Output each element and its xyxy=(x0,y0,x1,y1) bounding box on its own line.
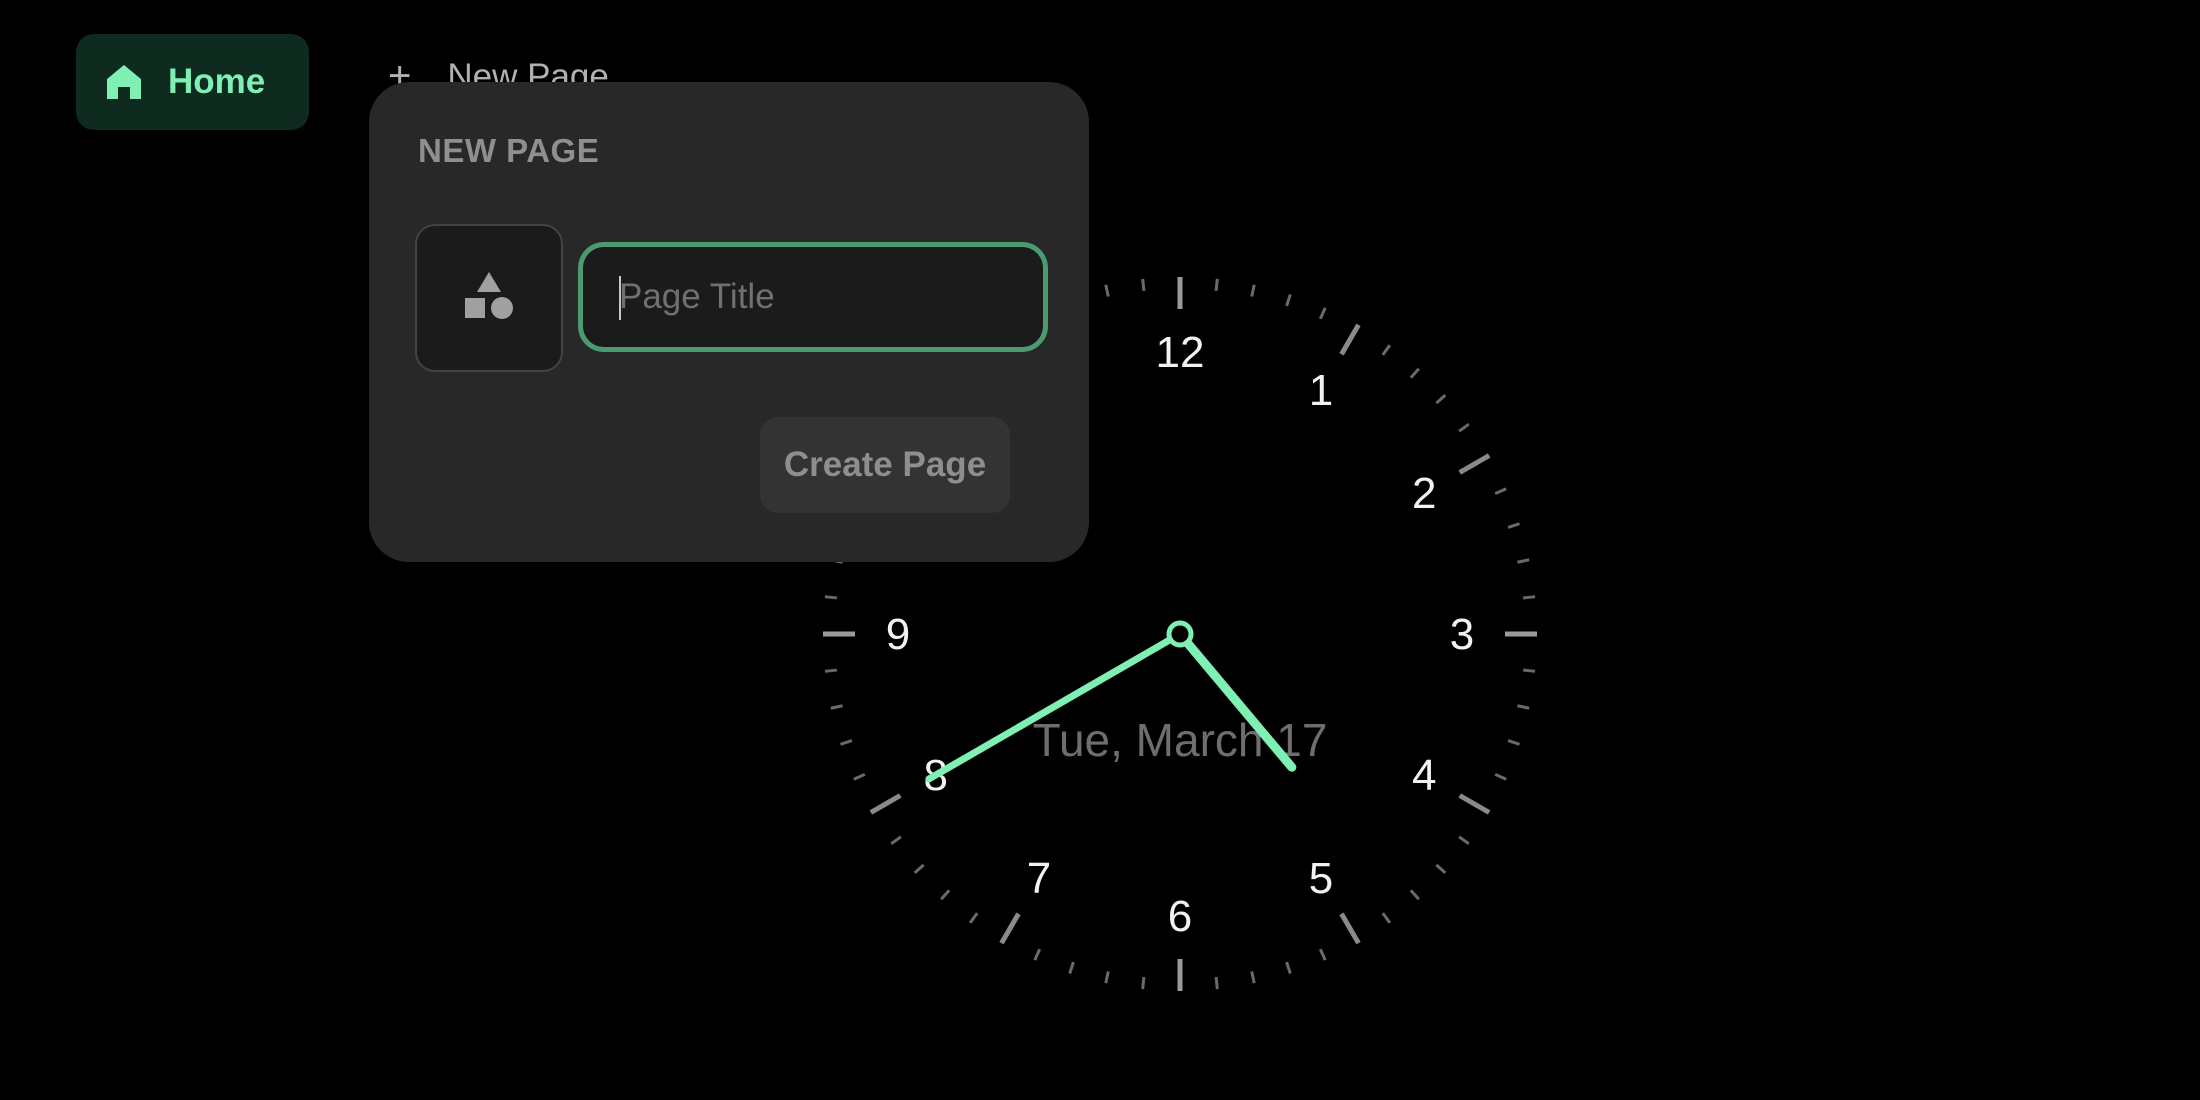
clock-numeral: 6 xyxy=(1168,892,1192,941)
new-page-popover: NEW PAGE Create Page xyxy=(369,82,1089,562)
clock-tick xyxy=(1409,367,1420,379)
clock-tick xyxy=(1517,704,1530,710)
clock-tick xyxy=(1214,278,1219,292)
popover-heading: NEW PAGE xyxy=(418,132,600,169)
clock-tick xyxy=(1517,558,1530,564)
clock-tick xyxy=(999,912,1021,945)
clock-tick xyxy=(840,739,853,746)
clock-tick xyxy=(824,668,838,673)
clock-tick xyxy=(1409,889,1420,901)
clock-numeral: 5 xyxy=(1309,854,1333,903)
clock-tick xyxy=(1435,394,1447,405)
clock-tick xyxy=(1381,912,1392,924)
clock-tick xyxy=(1494,487,1507,496)
clock-pivot xyxy=(1166,620,1194,648)
page-title-field[interactable] xyxy=(578,242,1048,352)
clock-tick xyxy=(1339,323,1361,356)
clock-tick xyxy=(1339,912,1361,945)
page-icon-picker[interactable] xyxy=(415,224,563,372)
clock-tick xyxy=(869,793,902,815)
clock-tick xyxy=(1522,595,1536,600)
clock-tick xyxy=(1318,307,1327,320)
clock-tick xyxy=(1494,772,1507,781)
clock-numeral: 12 xyxy=(1156,328,1205,377)
clock-tick xyxy=(1141,976,1146,990)
clock-tick xyxy=(1141,278,1146,292)
text-caret xyxy=(619,276,621,320)
clock-tick xyxy=(1458,453,1491,475)
clock-tick xyxy=(1458,422,1470,433)
clock-tick xyxy=(1285,294,1292,307)
clock-tick xyxy=(1285,961,1292,974)
create-page-button[interactable]: Create Page xyxy=(760,417,1010,513)
analog-clock: 121234567891011 Tue, March 17 xyxy=(823,277,1537,991)
clock-tick xyxy=(1250,284,1256,297)
shapes-icon xyxy=(463,270,515,327)
clock-tick xyxy=(1104,971,1110,984)
clock-tick xyxy=(830,704,843,710)
clock-tick xyxy=(1435,863,1447,874)
clock-numeral: 7 xyxy=(1027,854,1051,903)
clock-tick xyxy=(1381,344,1392,356)
clock-tick xyxy=(1104,284,1110,297)
page-title-input[interactable] xyxy=(617,276,1021,318)
clock-tick xyxy=(1522,668,1536,673)
clock-tick xyxy=(1214,976,1219,990)
clock-tick xyxy=(968,912,979,924)
clock-tick xyxy=(890,835,902,846)
clock-tick xyxy=(853,772,866,781)
clock-tick xyxy=(1318,948,1327,961)
clock-tick xyxy=(1507,522,1520,529)
clock-tick xyxy=(824,595,838,600)
clock-tick xyxy=(1458,793,1491,815)
clock-tick xyxy=(1458,835,1470,846)
clock-tick xyxy=(1250,971,1256,984)
clock-tick xyxy=(1507,739,1520,746)
clock-numeral: 9 xyxy=(886,610,910,659)
clock-numeral: 4 xyxy=(1412,751,1436,800)
clock-tick xyxy=(913,863,925,874)
clock-tick xyxy=(940,889,951,901)
clock-tick xyxy=(1033,948,1042,961)
clock-numeral: 2 xyxy=(1412,469,1436,518)
clock-numeral: 1 xyxy=(1309,366,1333,415)
clock-numeral: 3 xyxy=(1450,610,1474,659)
clock-tick xyxy=(1068,961,1075,974)
